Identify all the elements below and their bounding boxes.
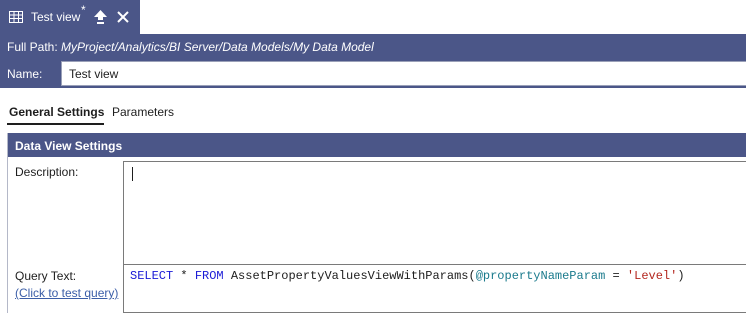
pin-up-arrow-icon[interactable] <box>94 10 107 25</box>
sql-operator: = <box>605 269 627 283</box>
table-icon <box>9 11 23 23</box>
settings-tab-bar: General Settings Parameters <box>0 100 746 128</box>
sql-star: * <box>173 269 195 283</box>
test-query-link[interactable]: (Click to test query) <box>15 286 118 300</box>
text-caret <box>132 167 133 181</box>
section-header: Data View Settings <box>8 133 746 157</box>
tab-title: Test view <box>31 10 81 24</box>
sql-function: AssetPropertyValuesViewWithParams( <box>223 269 476 283</box>
name-input[interactable]: Test view <box>61 61 746 86</box>
sql-keyword-from: FROM <box>194 269 224 283</box>
sql-query: SELECT * FROM AssetPropertyValuesViewWit… <box>130 269 685 283</box>
active-tab-underline <box>7 123 104 125</box>
tab-general-settings[interactable]: General Settings <box>9 105 104 119</box>
description-textarea[interactable] <box>123 161 746 269</box>
unsaved-indicator: * <box>81 3 86 17</box>
full-path-label: Full Path: <box>7 40 58 54</box>
document-tabstrip: Test view * <box>0 0 746 34</box>
section-title: Data View Settings <box>15 139 123 153</box>
query-text-editor[interactable]: SELECT * FROM AssetPropertyValuesViewWit… <box>123 264 746 313</box>
tab-parameters[interactable]: Parameters <box>112 105 174 119</box>
document-tab[interactable]: Test view * <box>0 0 140 34</box>
sql-keyword-select: SELECT <box>130 269 174 283</box>
sql-string: 'Level' <box>626 269 678 283</box>
sql-parameter: @propertyNameParam <box>475 269 606 283</box>
name-label: Name: <box>7 67 43 81</box>
sql-close-paren: ) <box>677 269 685 283</box>
query-text-label: Query Text: <box>15 269 77 283</box>
description-label: Description: <box>15 165 79 179</box>
view-header: Full Path: MyProject/Analytics/BI Server… <box>0 34 746 88</box>
close-icon[interactable] <box>117 11 129 23</box>
full-path-value: MyProject/Analytics/BI Server/Data Model… <box>61 40 374 54</box>
